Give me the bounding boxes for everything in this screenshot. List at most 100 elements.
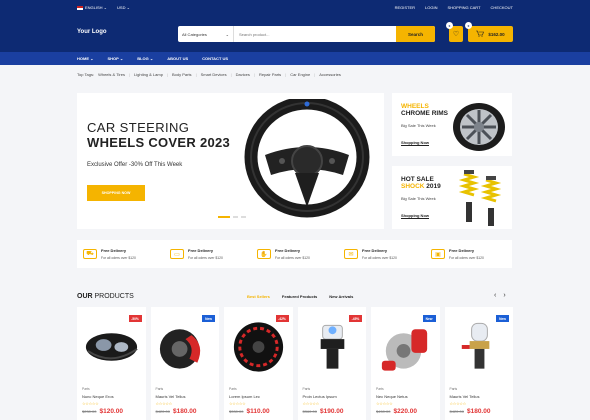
shock-shop-link[interactable]: Shopping Now bbox=[401, 213, 429, 218]
category-select[interactable]: All Categories ⌄ bbox=[178, 26, 234, 42]
tag-link[interactable]: Body Parts bbox=[172, 72, 192, 77]
wishlist-button[interactable]: 0 ♡ bbox=[446, 22, 463, 42]
product-card[interactable]: -45% Parts Proin Lectus Ipsum ☆☆☆☆☆ $360.00 $… bbox=[297, 307, 366, 420]
nav-contact-us[interactable]: CONTACT US bbox=[202, 56, 228, 61]
product-badge: New bbox=[202, 315, 215, 322]
rating-stars: ☆☆☆☆☆ bbox=[155, 401, 173, 406]
product-image[interactable] bbox=[448, 315, 511, 377]
feature-item: ✉ Free Delivery For all oders over $120 bbox=[338, 240, 425, 268]
main-nav: HOME ⌄ SHOP ⌄ BLOG ⌄ ABOUT US CONTACT US bbox=[0, 52, 590, 65]
feature-item: ⛟ Free Delivery For all oders over $120 bbox=[77, 240, 164, 268]
product-carousel-arrows: ‹ › bbox=[494, 292, 506, 299]
login-link[interactable]: LOGIN bbox=[425, 5, 437, 10]
cart-button[interactable]: 0 $162.00 bbox=[465, 22, 513, 42]
product-card[interactable]: New Parts Mauris Vel Tellus ☆☆☆☆☆ $420.00 $18… bbox=[150, 307, 219, 420]
rims-shop-link[interactable]: Shopping Now bbox=[401, 140, 429, 145]
nav-blog[interactable]: BLOG ⌄ bbox=[137, 56, 153, 61]
register-link[interactable]: REGISTER bbox=[395, 5, 415, 10]
nav-shop[interactable]: SHOP ⌄ bbox=[107, 56, 123, 61]
old-price: $450.00 bbox=[376, 409, 391, 414]
top-bar: ENGLISH ⌄ USD ⌄ REGISTER LOGIN SHOPPING … bbox=[0, 0, 590, 15]
product-name[interactable]: Nunc Neque Eros bbox=[82, 394, 114, 399]
rating-stars: ☆☆☆☆☆ bbox=[229, 401, 246, 406]
page: ENGLISH ⌄ USD ⌄ REGISTER LOGIN SHOPPING … bbox=[0, 0, 590, 420]
rating-stars: ☆☆☆☆☆ bbox=[376, 401, 393, 406]
nav-about-us[interactable]: ABOUT US bbox=[167, 56, 188, 61]
product-card[interactable]: -42% Parts Lorem Ipsum Lec ☆☆☆☆☆ $330.00 $110… bbox=[224, 307, 293, 420]
product-badge: New bbox=[422, 315, 436, 322]
search-input[interactable] bbox=[234, 26, 396, 42]
product-category: Parts bbox=[376, 387, 384, 391]
product-category: Parts bbox=[229, 387, 237, 391]
product-image[interactable] bbox=[301, 315, 364, 377]
product-image[interactable] bbox=[80, 315, 143, 377]
product-image[interactable] bbox=[227, 315, 290, 377]
tag-link[interactable]: Davices bbox=[236, 72, 250, 77]
tag-link[interactable]: Wheels & Tires bbox=[98, 72, 125, 77]
product-name[interactable]: Proin Lectus Ipsum bbox=[303, 394, 337, 399]
old-price: $230.00 bbox=[82, 409, 97, 414]
chevron-left-icon[interactable]: ‹ bbox=[494, 292, 496, 299]
cart-count-badge: 0 bbox=[465, 22, 472, 29]
rating-stars: ☆☆☆☆☆ bbox=[449, 401, 467, 406]
product-category: Parts bbox=[155, 387, 164, 391]
product-card[interactable]: New Parts Nec Neque Netus ☆☆☆☆☆ $450.00 $220.… bbox=[371, 307, 440, 420]
cart-icon bbox=[476, 30, 485, 38]
sale-price: $110.00 bbox=[246, 408, 270, 415]
hero-shop-button[interactable]: SHOPPING NOW bbox=[87, 185, 145, 201]
product-name[interactable]: Lorem Ipsum Lec bbox=[229, 394, 260, 399]
product-name[interactable]: Nec Neque Netus bbox=[376, 394, 408, 399]
product-category: Parts bbox=[82, 387, 90, 391]
language-selector[interactable]: ENGLISH ⌄ bbox=[77, 5, 107, 10]
product-card[interactable]: New Parts Mauris Vel Tellus ☆☆☆☆☆ $420.00 $18… bbox=[444, 307, 513, 420]
feature-item: ▣ Free Delivery For all oders over $120 bbox=[425, 240, 512, 268]
slider-dots[interactable] bbox=[218, 216, 246, 218]
old-price: $420.00 bbox=[155, 409, 170, 414]
feature-item: ✋ Free Delivery For all oders over $120 bbox=[251, 240, 338, 268]
checkout-link[interactable]: CHECKOUT bbox=[491, 5, 513, 10]
product-card[interactable]: -50% Parts Nunc Neque Eros ☆☆☆☆☆ $230.00 $120… bbox=[77, 307, 146, 420]
search-button[interactable]: Search bbox=[396, 26, 435, 42]
flag-icon bbox=[77, 5, 83, 10]
product-grid: -50% Parts Nunc Neque Eros ☆☆☆☆☆ $230.00 $120… bbox=[77, 307, 513, 420]
product-price: $420.00 $180.00 bbox=[450, 408, 491, 415]
product-name[interactable]: Mauris Vel Tellus bbox=[156, 394, 186, 399]
chevron-right-icon[interactable]: › bbox=[503, 292, 505, 299]
nav-home[interactable]: HOME ⌄ bbox=[77, 56, 93, 61]
product-tabs: Best Sellers Featured Products New Arriv… bbox=[247, 294, 353, 299]
promo-banner-shock[interactable]: HOT SALE SHOCK 2019 Big Sale This Week Sh… bbox=[392, 166, 512, 229]
tag-link[interactable]: Repair Parts bbox=[259, 72, 281, 77]
sale-price: $120.00 bbox=[99, 408, 123, 415]
product-name[interactable]: Mauris Vel Tellus bbox=[450, 394, 480, 399]
tab-new-arrivals[interactable]: New Arrivals bbox=[329, 294, 353, 299]
promo-banner-rims[interactable]: WHEELS CHROME RIMS Big Sale This Week Sho… bbox=[392, 93, 512, 156]
truck-icon: ⛟ bbox=[83, 249, 97, 259]
tag-link[interactable]: Lighting & Lamp bbox=[134, 72, 163, 77]
tag-link[interactable]: Smart Devices bbox=[201, 72, 227, 77]
currency-selector[interactable]: USD ⌄ bbox=[117, 5, 130, 10]
hero-slider: CAR STEERING WHEELS COVER 2023 Exclusive… bbox=[77, 93, 384, 229]
rating-stars: ☆☆☆☆☆ bbox=[82, 401, 99, 406]
product-badge: -42% bbox=[275, 315, 289, 322]
tab-featured-products[interactable]: Featured Products bbox=[282, 294, 317, 299]
cart-total: $162.00 bbox=[488, 31, 505, 37]
shock-absorber-image bbox=[458, 170, 502, 226]
hero-title-line1: CAR STEERING bbox=[87, 120, 190, 135]
product-price: $330.00 $110.00 bbox=[229, 408, 270, 415]
sale-price: $180.00 bbox=[466, 408, 491, 415]
search-bar: All Categories ⌄ Search bbox=[178, 26, 435, 42]
product-image[interactable] bbox=[374, 315, 437, 377]
site-logo[interactable]: Your Logo bbox=[77, 29, 107, 35]
tag-link[interactable]: Car Engine bbox=[290, 72, 310, 77]
product-badge: -45% bbox=[349, 315, 362, 322]
sale-price: $190.00 bbox=[319, 408, 344, 415]
sale-price: $180.00 bbox=[172, 408, 197, 415]
gift-icon: ▣ bbox=[431, 249, 445, 259]
product-image[interactable] bbox=[154, 315, 217, 377]
shopping-cart-link[interactable]: SHOPPING CART bbox=[448, 5, 481, 10]
features-bar: ⛟ Free Delivery For all oders over $120 ▭ F… bbox=[77, 240, 512, 268]
tab-best-sellers[interactable]: Best Sellers bbox=[247, 294, 270, 299]
chrome-rim-image bbox=[453, 103, 505, 151]
wishlist-count-badge: 0 bbox=[446, 22, 453, 29]
tag-link[interactable]: Accessories bbox=[319, 72, 341, 77]
